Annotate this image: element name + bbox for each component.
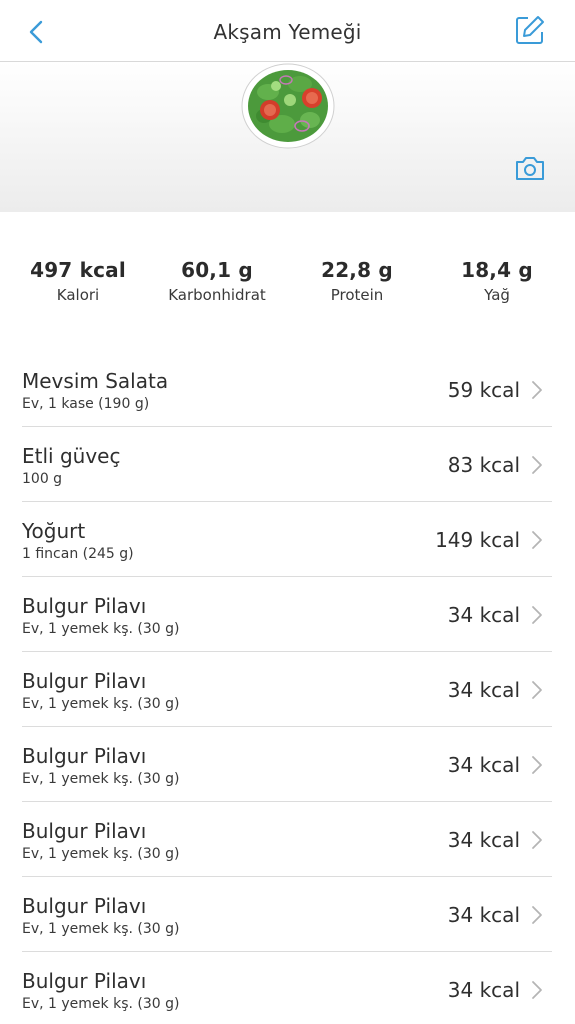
camera-icon[interactable] [514, 154, 546, 182]
chevron-right-icon [532, 606, 542, 624]
chevron-right-icon [532, 681, 542, 699]
food-name: Bulgur Pilavı [22, 969, 147, 993]
chevron-right-icon [532, 756, 542, 774]
food-portion: Ev, 1 kase (190 g) [22, 396, 150, 412]
macro-value: 22,8 g [321, 258, 393, 282]
macro-protein: 22,8 g Protein [287, 258, 427, 304]
food-calories: 34 kcal [447, 753, 520, 777]
food-name: Bulgur Pilavı [22, 744, 147, 768]
meal-photo-area [0, 62, 575, 212]
macro-summary: 497 kcal Kalori 60,1 g Karbonhidrat 22,8… [0, 258, 575, 318]
food-calories: 59 kcal [447, 378, 520, 402]
food-name: Bulgur Pilavı [22, 894, 147, 918]
food-calories: 149 kcal [435, 528, 520, 552]
food-calories: 34 kcal [447, 603, 520, 627]
page-title: Akşam Yemeği [213, 20, 362, 44]
food-row[interactable]: Mevsim Salata Ev, 1 kase (190 g) 59 kcal [22, 352, 552, 427]
food-row[interactable]: Yoğurt 1 fincan (245 g) 149 kcal [22, 502, 552, 577]
food-name: Mevsim Salata [22, 369, 169, 393]
food-calories: 34 kcal [447, 678, 520, 702]
chevron-right-icon [532, 531, 542, 549]
macro-label: Kalori [56, 286, 100, 304]
chevron-right-icon [532, 906, 542, 924]
salad-bowl-image [241, 63, 335, 149]
food-row[interactable]: Bulgur Pilavı Ev, 1 yemek kş. (30 g) 34 … [22, 727, 552, 802]
food-name: Etli güveç [22, 444, 121, 468]
macro-label: Protein [330, 286, 384, 304]
food-row[interactable]: Bulgur Pilavı Ev, 1 yemek kş. (30 g) 34 … [22, 952, 552, 1024]
macro-label: Karbonhidrat [168, 286, 266, 304]
food-calories: 34 kcal [447, 978, 520, 1002]
food-portion: Ev, 1 yemek kş. (30 g) [22, 921, 180, 937]
chevron-right-icon [532, 456, 542, 474]
food-name: Bulgur Pilavı [22, 819, 147, 843]
food-portion: Ev, 1 yemek kş. (30 g) [22, 996, 180, 1012]
food-row[interactable]: Bulgur Pilavı Ev, 1 yemek kş. (30 g) 34 … [22, 802, 552, 877]
food-name: Bulgur Pilavı [22, 594, 147, 618]
macro-calories: 497 kcal Kalori [8, 258, 148, 304]
food-row[interactable]: Bulgur Pilavı Ev, 1 yemek kş. (30 g) 34 … [22, 652, 552, 727]
food-list: Mevsim Salata Ev, 1 kase (190 g) 59 kcal… [0, 352, 575, 1024]
chevron-right-icon [532, 981, 542, 999]
food-calories: 83 kcal [447, 453, 520, 477]
chevron-right-icon [532, 381, 542, 399]
food-portion: Ev, 1 yemek kş. (30 g) [22, 696, 180, 712]
food-calories: 34 kcal [447, 828, 520, 852]
macro-value: 18,4 g [461, 258, 533, 282]
food-row[interactable]: Bulgur Pilavı Ev, 1 yemek kş. (30 g) 34 … [22, 577, 552, 652]
navigation-bar: Akşam Yemeği [0, 0, 575, 62]
macro-value: 60,1 g [181, 258, 253, 282]
food-portion: Ev, 1 yemek kş. (30 g) [22, 846, 180, 862]
edit-pencil-icon[interactable] [514, 14, 546, 46]
macro-fat: 18,4 g Yağ [427, 258, 567, 304]
chevron-right-icon [532, 831, 542, 849]
food-name: Bulgur Pilavı [22, 669, 147, 693]
food-portion: 1 fincan (245 g) [22, 546, 134, 562]
macro-label: Yağ [484, 286, 510, 304]
food-portion: Ev, 1 yemek kş. (30 g) [22, 771, 180, 787]
food-portion: Ev, 1 yemek kş. (30 g) [22, 621, 180, 637]
food-portion: 100 g [22, 471, 63, 487]
food-row[interactable]: Etli güveç 100 g 83 kcal [22, 427, 552, 502]
food-calories: 34 kcal [447, 903, 520, 927]
food-name: Yoğurt [22, 519, 86, 543]
macro-value: 497 kcal [30, 258, 126, 282]
food-row[interactable]: Bulgur Pilavı Ev, 1 yemek kş. (30 g) 34 … [22, 877, 552, 952]
macro-carbohydrate: 60,1 g Karbonhidrat [147, 258, 287, 304]
